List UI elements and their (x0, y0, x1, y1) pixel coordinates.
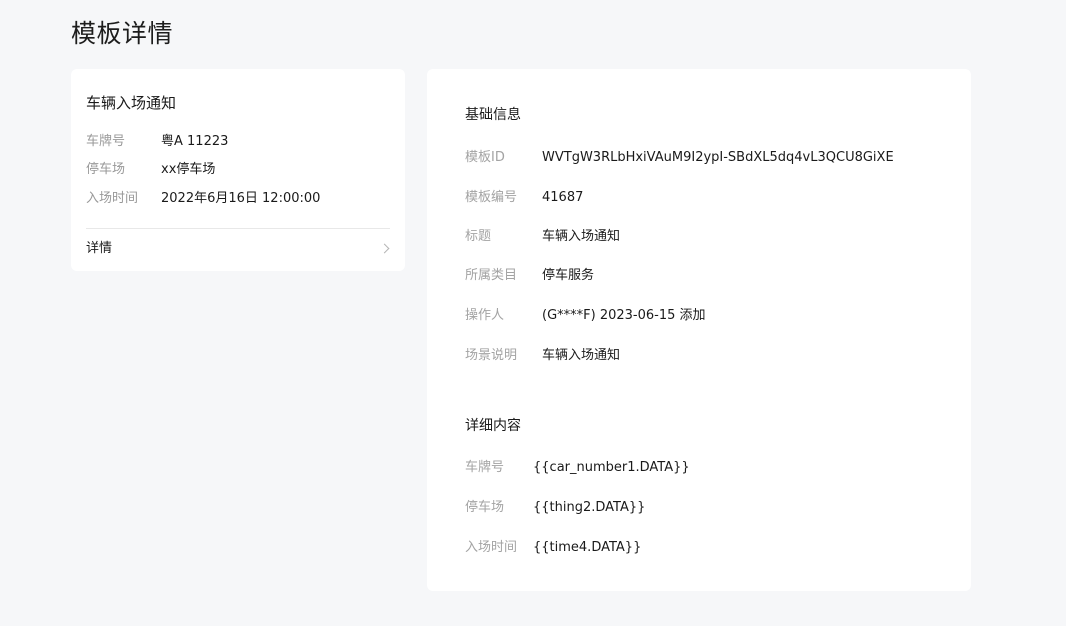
info-value: 车辆入场通知 (542, 229, 621, 244)
info-row-category: 所属类目 停车服务 (465, 267, 594, 285)
info-label: 场景说明 (465, 348, 518, 363)
template-preview-card: 车辆入场通知 车牌号 粤A 11223 停车场 xx停车场 入场时间 2022年6月1… (71, 69, 405, 271)
info-label: 所属类目 (465, 268, 518, 283)
preview-detail-link[interactable]: 详情 (86, 239, 390, 259)
info-row-template-number: 模板编号 41687 (465, 189, 583, 207)
detail-value: {{time4.DATA}} (533, 540, 642, 555)
chevron-right-icon (379, 243, 390, 254)
info-label: 模板ID (465, 150, 505, 165)
detail-label: 车牌号 (465, 460, 505, 475)
info-row-scenario: 场景说明 车辆入场通知 (465, 347, 620, 365)
detail-value: {{thing2.DATA}} (533, 500, 646, 515)
detail-row-entry-time: 入场时间 {{time4.DATA}} (465, 539, 641, 557)
page-title: 模板详情 (71, 19, 174, 48)
template-info-card: 基础信息 模板ID WVTgW3RLbHxiVAuM9I2ypI-SBdXL5dq… (427, 69, 971, 591)
info-value: 停车服务 (542, 268, 595, 283)
preview-title: 车辆入场通知 (86, 94, 177, 112)
preview-field-label: 入场时间 (86, 191, 139, 206)
preview-field-label: 停车场 (86, 162, 126, 177)
preview-field-value: 粤A 11223 (161, 134, 229, 149)
info-value: 车辆入场通知 (542, 348, 621, 363)
preview-field-plate: 车牌号 粤A 11223 (86, 133, 228, 151)
detail-row-plate: 车牌号 {{car_number1.DATA}} (465, 459, 690, 477)
info-label: 模板编号 (465, 190, 518, 205)
detail-value: {{car_number1.DATA}} (533, 460, 690, 475)
info-value: WVTgW3RLbHxiVAuM9I2ypI-SBdXL5dq4vL3QCU8G… (542, 150, 894, 165)
preview-detail-label: 详情 (86, 241, 113, 256)
preview-field-label: 车牌号 (86, 134, 126, 149)
detail-label: 入场时间 (465, 540, 518, 555)
info-row-title: 标题 车辆入场通知 (465, 228, 620, 246)
detail-row-parking-lot: 停车场 {{thing2.DATA}} (465, 499, 645, 517)
detail-content-heading: 详细内容 (465, 418, 521, 434)
preview-field-value: xx停车场 (161, 162, 216, 177)
preview-field-parking-lot: 停车场 xx停车场 (86, 161, 215, 179)
preview-field-value: 2022年6月16日 12:00:00 (161, 191, 321, 206)
info-value: (G****F) 2023-06-15 添加 (542, 308, 706, 323)
info-value: 41687 (542, 190, 584, 205)
detail-label: 停车场 (465, 500, 505, 515)
preview-field-entry-time: 入场时间 2022年6月16日 12:00:00 (86, 190, 320, 208)
info-row-template-id: 模板ID WVTgW3RLbHxiVAuM9I2ypI-SBdXL5dq4vL3Q… (465, 149, 894, 167)
info-label: 标题 (465, 229, 492, 244)
basic-info-heading: 基础信息 (465, 107, 521, 123)
info-row-operator: 操作人 (G****F) 2023-06-15 添加 (465, 307, 706, 325)
info-label: 操作人 (465, 308, 505, 323)
preview-divider (86, 228, 390, 229)
